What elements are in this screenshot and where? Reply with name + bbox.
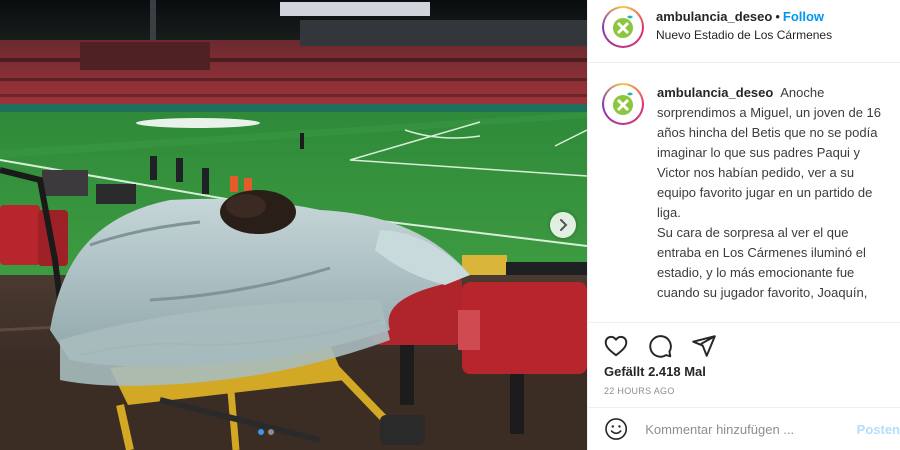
comment-input[interactable] (645, 421, 851, 437)
caption-avatar[interactable] (602, 83, 644, 125)
heart-icon[interactable] (603, 333, 629, 359)
avatar[interactable] (602, 6, 644, 48)
carousel-indicator (258, 429, 274, 435)
like-count[interactable]: Gefällt 2.418 Mal (588, 357, 900, 381)
location-link[interactable]: Nuevo Estadio de Los Cármenes (656, 28, 832, 42)
caption-username[interactable]: ambulancia_deseo (657, 85, 773, 100)
add-comment-bar: Posten (588, 407, 900, 450)
caption-text: Anoche sorprendimos a Miguel, un joven d… (657, 85, 882, 300)
stadium-photo (0, 0, 587, 450)
post-header: ambulancia_deseo • Follow Nuevo Estadio de… (588, 0, 900, 63)
chevron-right-icon (560, 219, 568, 231)
separator-dot: • (775, 9, 780, 24)
post-comment-button[interactable]: Posten (857, 422, 900, 437)
post-side-panel: ambulancia_deseo • Follow Nuevo Estadio de… (587, 0, 900, 450)
action-bar (588, 322, 900, 359)
paper-plane-icon[interactable] (691, 333, 717, 359)
carousel-next-button[interactable] (550, 212, 576, 238)
ambulance-heart-logo (613, 15, 633, 38)
post-caption: ambulancia_deseo Anoche sorprendimos a M… (657, 83, 886, 322)
comments-area: ambulancia_deseo Anoche sorprendimos a M… (588, 63, 900, 322)
ambulance-heart-logo (613, 92, 633, 115)
carousel-dot-2 (268, 429, 274, 435)
username[interactable]: ambulancia_deseo (656, 9, 772, 24)
follow-button[interactable]: Follow (783, 9, 824, 24)
instagram-post: ambulancia_deseo • Follow Nuevo Estadio de… (0, 0, 900, 450)
comment-bubble-icon[interactable] (647, 333, 673, 359)
smiley-icon[interactable] (604, 416, 628, 442)
post-photo[interactable] (0, 0, 587, 450)
carousel-dot-1 (258, 429, 264, 435)
post-timestamp[interactable]: 22 HOURS AGO (588, 381, 900, 407)
